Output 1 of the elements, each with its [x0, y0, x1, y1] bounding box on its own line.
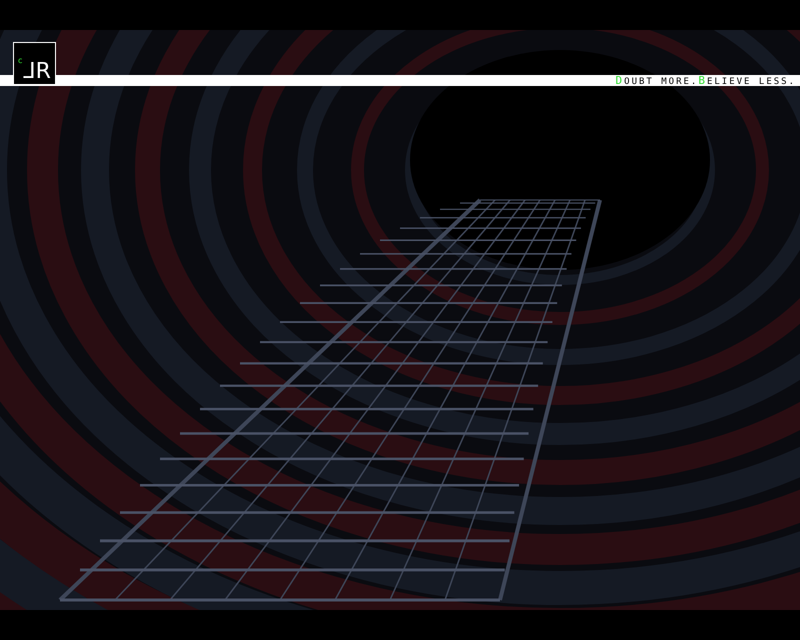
tagline-text: D OUBT MORE.B ELIEVE LESS. — [616, 74, 796, 86]
